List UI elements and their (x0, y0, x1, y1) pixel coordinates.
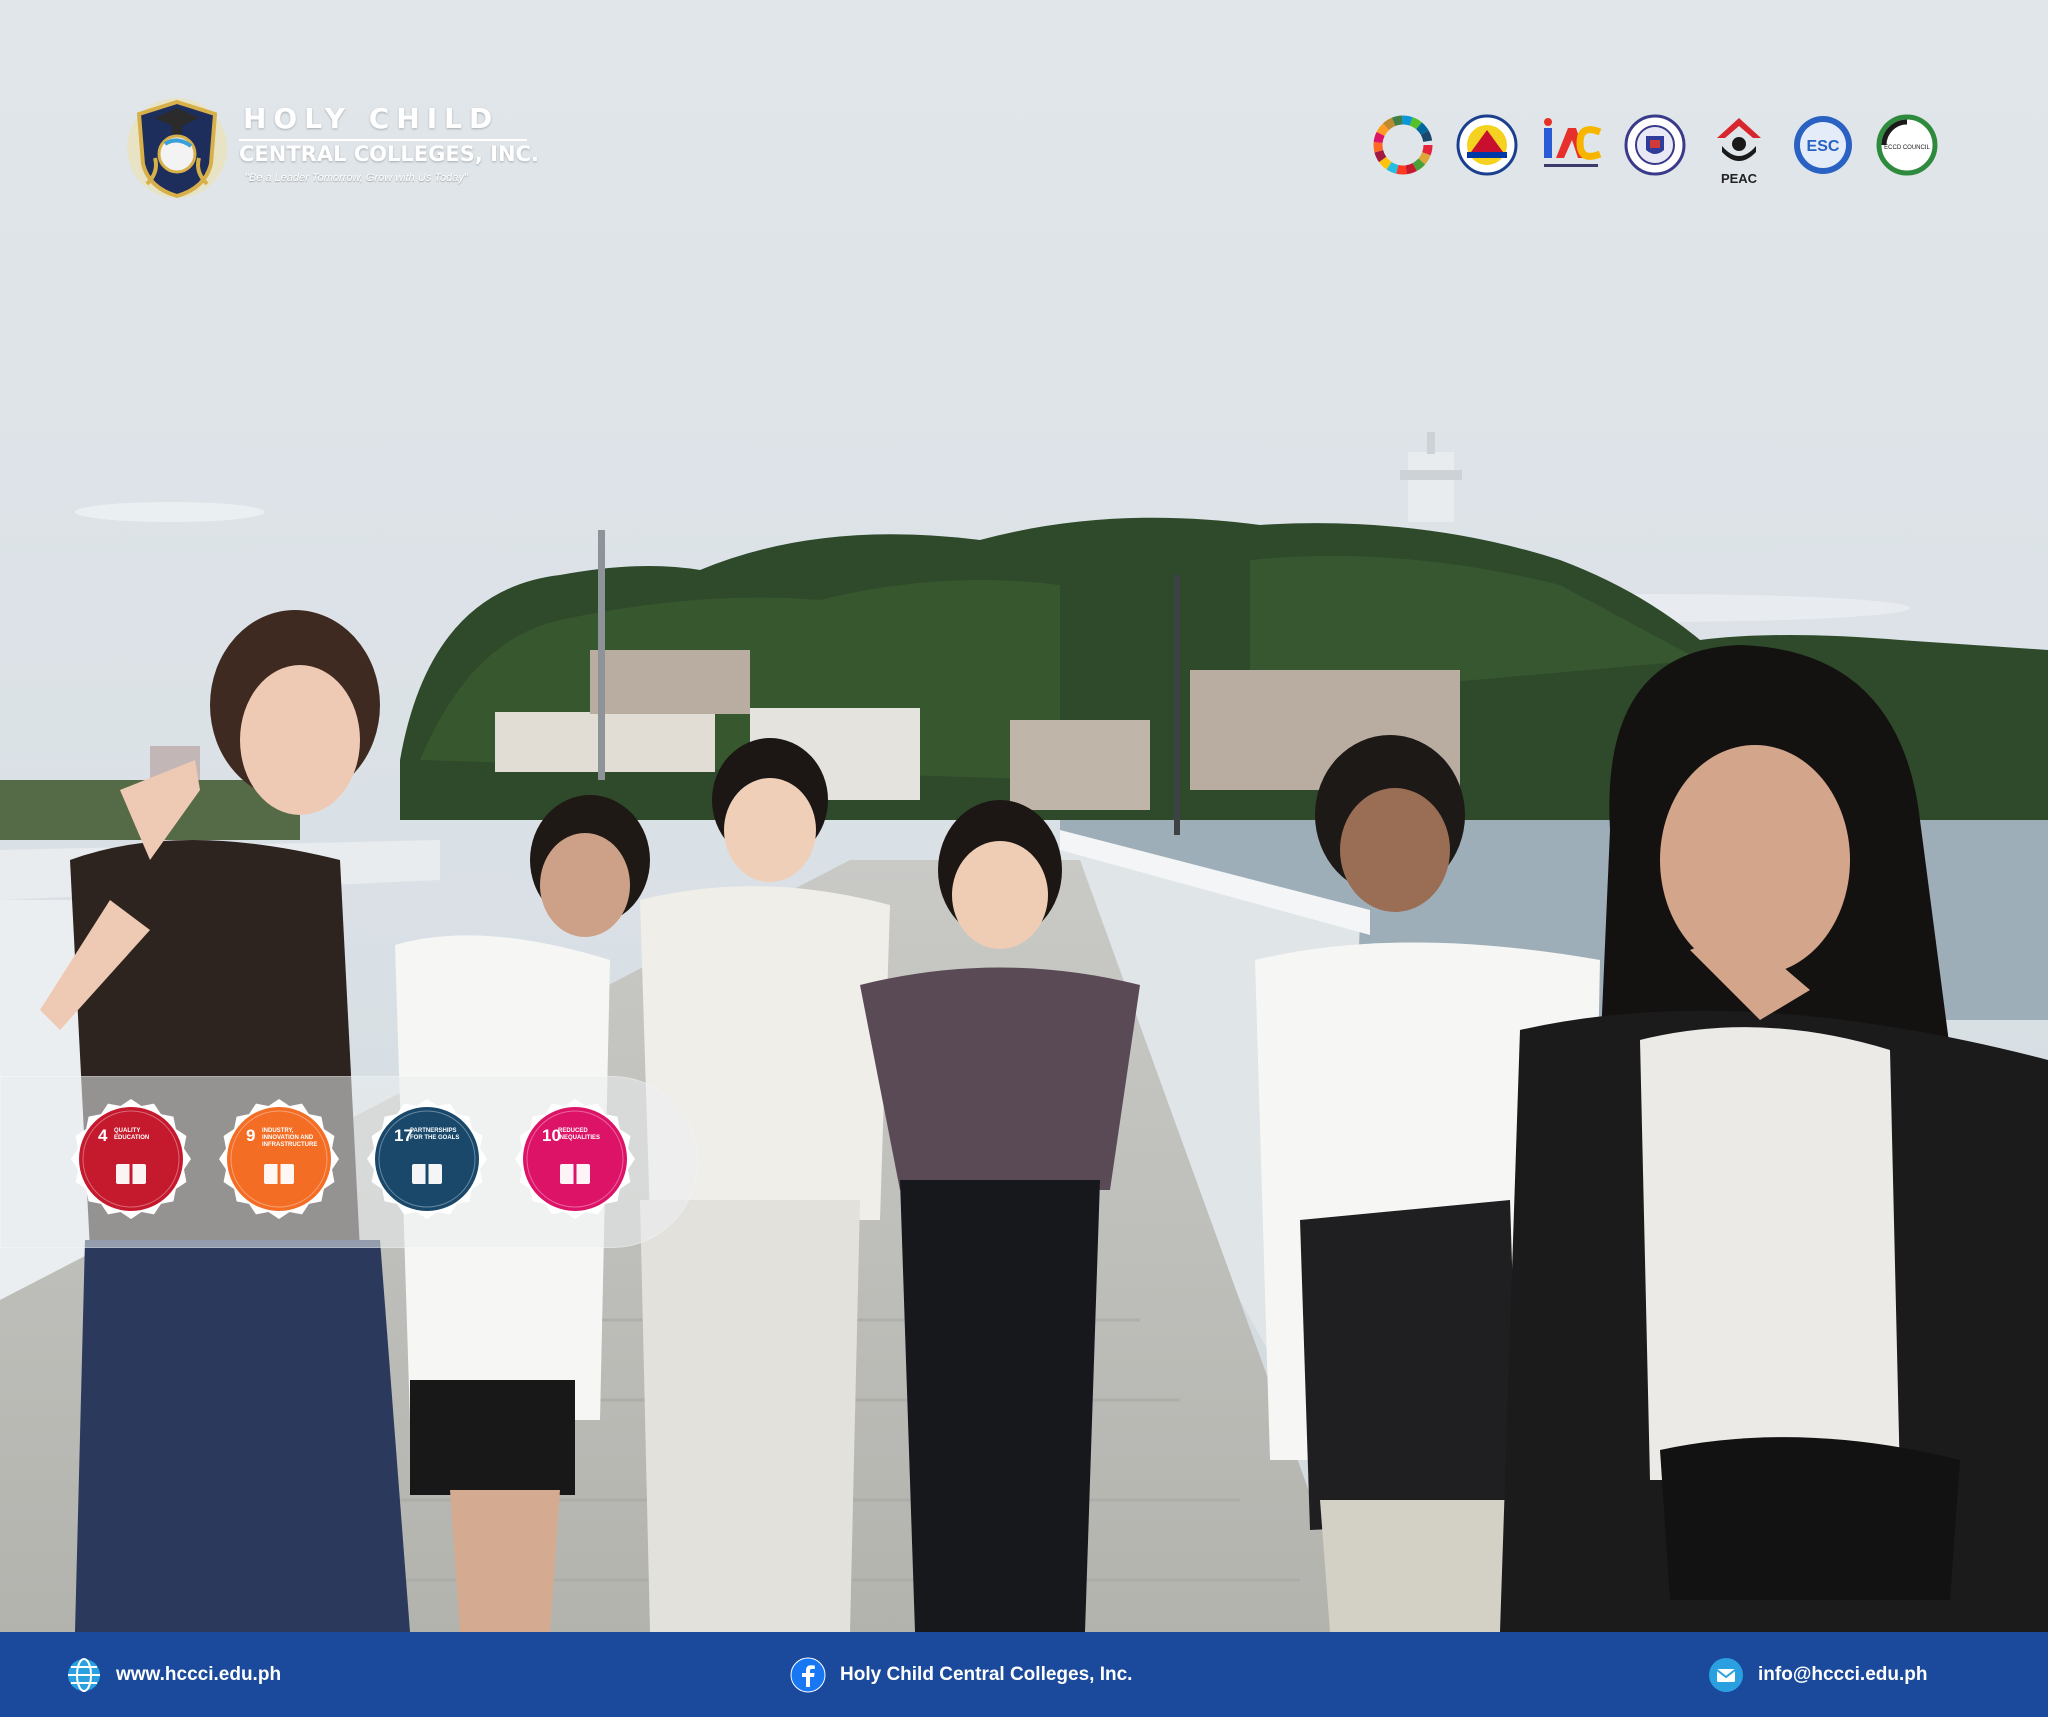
ecco-label: ECCD COUNCIL (1884, 145, 1930, 151)
sdg-label: INDUSTRY, INNOVATION AND INFRASTRUCTURE (262, 1128, 318, 1148)
mail-icon (1709, 1657, 1743, 1692)
sdg-label: PARTNERSHIPS FOR THE GOALS (410, 1128, 460, 1141)
peac-logo: PEAC (1708, 114, 1770, 186)
sdg-number: 4 (98, 1126, 108, 1145)
institution-name-line1: HOLY CHILD (243, 102, 500, 135)
sdg-badge-9: 9 INDUSTRY, INNOVATION AND INFRASTRUCTURE (216, 1096, 342, 1222)
website-link[interactable]: www.hccci.edu.ph (116, 1664, 281, 1686)
ecco-council-logo: ECCD COUNCIL (1876, 114, 1938, 180)
sdg-label: REDUCED INEQUALITIES (558, 1128, 601, 1141)
sdg-badge-10: 10 REDUCED INEQUALITIES (512, 1096, 638, 1222)
deped-seal-logo (1624, 114, 1686, 180)
email-link[interactable]: info@hccci.edu.ph (1758, 1664, 1927, 1686)
sdg-label: QUALITY EDUCATION (114, 1128, 150, 1141)
facebook-link[interactable]: Holy Child Central Colleges, Inc. (840, 1664, 1132, 1686)
sdg-4-icon (71, 1099, 191, 1219)
sdg-number: 9 (246, 1126, 256, 1145)
sdg-badge-17: 17 PARTNERSHIPS FOR THE GOALS (364, 1096, 490, 1222)
footer-bar: www.hccci.edu.ph Holy Child Central Coll… (0, 1632, 2048, 1717)
globe-icon (68, 1657, 100, 1692)
group-photo (0, 0, 2048, 1632)
esc-logo: ESC (1792, 114, 1854, 180)
sdg-10-icon (515, 1099, 635, 1219)
institution-name-line2: CENTRAL COLLEGES, INC. (239, 142, 539, 166)
sdg-wheel-logo (1372, 114, 1434, 180)
esc-label: ESC (1807, 138, 1840, 155)
sdg-17-icon (367, 1099, 487, 1219)
institution-logo: HOLY CHILD CENTRAL COLLEGES, INC. "Be a … (125, 92, 539, 202)
sdg-badge-4: 4 QUALITY EDUCATION (68, 1096, 194, 1222)
sdg-9-icon (219, 1099, 339, 1219)
footer-email[interactable]: info@hccci.edu.ph (1708, 1632, 1927, 1717)
poster: HOLY CHILD CENTRAL COLLEGES, INC. "Be a … (0, 0, 2048, 1717)
footer-facebook[interactable]: Holy Child Central Colleges, Inc. (790, 1632, 1132, 1717)
sdg-badges-panel: 4 QUALITY EDUCATION 9 INDUSTRY, INNOVATION … (0, 1076, 698, 1248)
partner-logos: PEAC ESC ECCD COUNCIL (1372, 112, 1938, 186)
tagline: "Be a Leader Tomorrow, Grow with Us Toda… (245, 172, 468, 184)
iac-logo (1540, 114, 1602, 180)
peac-label: PEAC (1720, 171, 1758, 186)
footer-website[interactable]: www.hccci.edu.ph (66, 1632, 281, 1717)
divider (239, 139, 527, 141)
facebook-icon (790, 1657, 826, 1692)
crest-icon (127, 98, 227, 199)
philippine-seal-logo (1456, 114, 1518, 180)
